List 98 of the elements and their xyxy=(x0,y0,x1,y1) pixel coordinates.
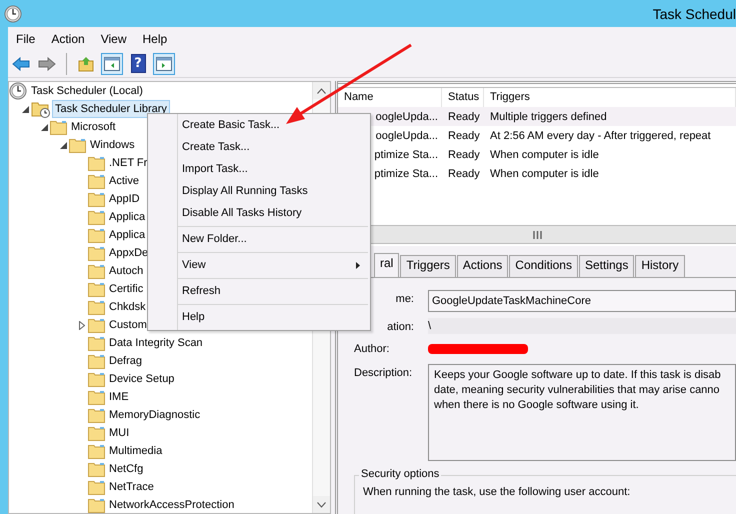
folder-icon xyxy=(88,390,105,404)
tab[interactable]: Actions xyxy=(456,255,508,277)
table-cell-text: When computer is idle xyxy=(489,148,600,160)
menu-entry[interactable]: Refresh xyxy=(148,280,370,302)
tree-item[interactable]: Applica xyxy=(106,208,148,226)
tree-item[interactable]: Task Scheduler (Local) xyxy=(28,82,146,100)
toolbar-button[interactable] xyxy=(153,52,175,74)
tree-item[interactable]: NetCfg xyxy=(106,460,146,478)
tree-item[interactable]: Task Scheduler Library xyxy=(52,100,170,118)
tree-item[interactable]: MUI xyxy=(106,424,132,442)
folder-icon xyxy=(88,354,105,368)
tree-item[interactable]: NetworkAccessProtection xyxy=(106,496,238,513)
folder-icon xyxy=(88,408,105,422)
tree-item[interactable]: Data Integrity Scan xyxy=(106,334,206,352)
tree-item[interactable]: Multimedia xyxy=(106,442,166,460)
tab[interactable]: Triggers xyxy=(400,255,456,277)
folder-icon xyxy=(88,156,105,170)
folder-icon xyxy=(88,246,105,260)
menu-entry[interactable]: Create Task... xyxy=(148,136,370,158)
table-cell-text: oogleUpda... xyxy=(374,130,439,142)
field-label: ation: xyxy=(386,320,415,335)
folder-icon xyxy=(69,138,86,152)
menu-item[interactable]: Action xyxy=(43,30,93,48)
table-cell-text: Ready xyxy=(447,168,481,180)
folder-icon xyxy=(50,120,67,134)
tab[interactable]: ral xyxy=(374,253,400,277)
name-field[interactable]: GoogleUpdateTaskMachineCore xyxy=(428,290,736,312)
menu-item[interactable]: View xyxy=(92,30,134,48)
back-arrow-icon xyxy=(12,56,30,70)
tree-item[interactable]: Windows xyxy=(87,136,138,154)
tree-item[interactable]: Chkdsk xyxy=(106,298,149,316)
tree-item[interactable]: .NET Fr xyxy=(106,154,150,172)
collapsed-triangle-icon[interactable] xyxy=(79,320,85,330)
menu-entry[interactable]: Import Task... xyxy=(148,158,370,180)
description-field[interactable]: Keeps your Google software up to date. If this task is disab date, meaning security vulnerabilities that may arise canno when there is no Google software using it. xyxy=(428,364,736,461)
tree-item[interactable]: Applica xyxy=(106,226,148,244)
tree-item[interactable]: IME xyxy=(106,388,132,406)
table-cell-text: Ready xyxy=(447,110,481,122)
folder-icon xyxy=(88,480,105,494)
folder-icon xyxy=(88,426,105,440)
folder-icon xyxy=(88,372,105,386)
folder-icon xyxy=(88,210,105,224)
menu-item[interactable]: Help xyxy=(134,30,176,48)
toolbar-button[interactable] xyxy=(101,52,123,74)
menu-item[interactable]: File xyxy=(8,30,44,48)
menu-entry[interactable]: Display All Running Tasks xyxy=(148,180,370,202)
tree-item[interactable]: Custom xyxy=(106,316,150,334)
folder-icon xyxy=(88,462,105,476)
folder-icon xyxy=(88,336,105,350)
action-pane-icon xyxy=(156,56,172,70)
submenu-arrow-icon xyxy=(356,262,360,268)
folder-icon xyxy=(88,264,105,278)
scroll-up-icon[interactable] xyxy=(317,88,326,94)
folder-icon xyxy=(88,228,105,242)
table-cell-text: ptimize Sta... xyxy=(373,148,439,160)
table-cell-text: Ready xyxy=(447,148,481,160)
folder-icon xyxy=(88,174,105,188)
folder-icon xyxy=(88,300,105,314)
table-cell-text: ptimize Sta... xyxy=(373,168,439,180)
tree-item[interactable]: Microsoft xyxy=(68,118,119,136)
window-title: Task Schedul xyxy=(652,6,736,22)
tree-item[interactable]: Certific xyxy=(106,280,146,298)
tree-item[interactable]: NetTrace xyxy=(106,478,157,496)
tree-item[interactable]: Autoch xyxy=(106,262,146,280)
table-cell-text: When computer is idle xyxy=(489,168,600,180)
security-text: When running the task, use the following user account: xyxy=(363,486,630,498)
tree-item[interactable]: MemoryDiagnostic xyxy=(106,406,204,424)
tree-item[interactable]: Defrag xyxy=(106,352,146,370)
field-label: Description: xyxy=(354,366,414,381)
clock-icon xyxy=(4,4,22,22)
grip-icon xyxy=(532,230,542,238)
group-title: Security options xyxy=(359,468,442,480)
tree-item[interactable]: Device Setup xyxy=(106,370,178,388)
table-cell-text: oogleUpda... xyxy=(374,110,439,122)
console-tree-icon xyxy=(104,56,120,70)
forward-arrow-icon xyxy=(38,56,56,70)
field-label: me: xyxy=(394,292,415,307)
folder-icon xyxy=(88,282,105,296)
tree-item[interactable]: Active xyxy=(106,172,142,190)
table-cell-text: Ready xyxy=(447,130,481,142)
folder-icon xyxy=(88,444,105,458)
tab[interactable]: Conditions xyxy=(509,255,578,277)
field-label: Author: xyxy=(354,342,390,357)
folder-clock-icon xyxy=(31,100,51,118)
tree-item[interactable]: AppID xyxy=(106,190,143,208)
up-folder-icon xyxy=(78,56,94,72)
folder-icon xyxy=(88,498,105,512)
tab[interactable]: Settings xyxy=(578,255,634,277)
folder-icon xyxy=(88,192,105,206)
menu-entry[interactable]: Disable All Tasks History xyxy=(148,202,370,224)
folder-icon xyxy=(88,318,105,332)
task-row[interactable]: oogleUpda... Ready Multiple triggers defined xyxy=(338,107,736,126)
tab[interactable]: History xyxy=(635,255,685,277)
scroll-down-icon[interactable] xyxy=(317,502,326,508)
menu-entry[interactable]: Help xyxy=(148,306,370,328)
table-cell-text: Multiple triggers defined xyxy=(489,110,608,122)
location-value: \ xyxy=(428,318,736,334)
table-cell-text: At 2:56 AM every day - After triggered, repeat xyxy=(489,130,712,142)
